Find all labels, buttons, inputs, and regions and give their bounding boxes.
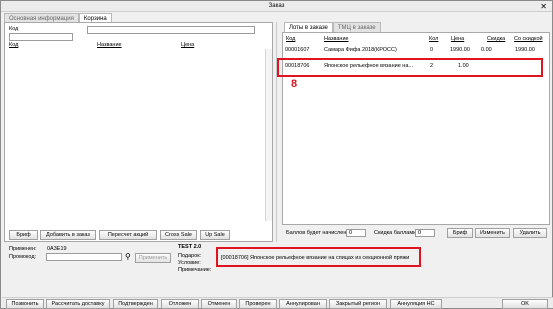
code-search-input[interactable]	[9, 33, 73, 41]
test-title: TEST 2.0	[178, 244, 202, 250]
promo-label: Промокод:	[9, 254, 37, 260]
right-brief-button[interactable]: Бриф	[447, 228, 473, 238]
order-window: Заказ ✕ Основная информация Корзина Код …	[0, 0, 553, 309]
search-icon[interactable]: ⚲	[125, 252, 131, 261]
call-button[interactable]: Позвонить	[6, 299, 44, 309]
gift-label: Подарок:	[178, 253, 202, 259]
row-price: 1990.00	[450, 47, 470, 53]
cancelled-button[interactable]: Отменен	[201, 299, 237, 309]
tab-goods-in-order[interactable]: ТМЦ в заказе	[332, 22, 381, 32]
annulment-ns-button[interactable]: Аннуляция НС	[390, 299, 442, 309]
search-label: Код	[9, 26, 19, 32]
annotation-number: 8	[291, 78, 298, 90]
row-discount: 0.00	[481, 47, 492, 53]
cross-sale-button[interactable]: Cross Sale	[160, 230, 197, 240]
name-search-input[interactable]	[87, 26, 255, 34]
bonus-points-label: Баллов будет начислено	[286, 230, 350, 236]
points-discount-field[interactable]: 0	[415, 229, 435, 237]
note-label: Примечание:	[178, 267, 212, 273]
bonus-points-field[interactable]: 0	[346, 229, 366, 237]
delete-button[interactable]: Удалить	[513, 228, 547, 238]
lots-column-code[interactable]: Код	[286, 36, 295, 42]
annulled-button[interactable]: Аннулирован	[279, 299, 327, 309]
column-price[interactable]: Цена	[181, 42, 194, 48]
checked-button[interactable]: Проверен	[239, 299, 277, 309]
column-name[interactable]: Название	[97, 42, 122, 48]
gift-text: [00018706] Японское рельефное вязание на…	[221, 255, 410, 261]
lots-column-qty[interactable]: Кол	[429, 36, 438, 42]
postponed-button[interactable]: Отложен	[161, 299, 199, 309]
applied-label: Применен:	[9, 246, 37, 252]
cart-panel: Код Код Название Цена Бриф Добавить в за…	[4, 22, 273, 242]
add-to-order-button[interactable]: Добавить в заказ	[40, 230, 96, 240]
close-icon[interactable]: ✕	[540, 2, 547, 11]
action-bar: Позвонить Рассчитать доставку Подтвержде…	[2, 297, 553, 309]
column-code[interactable]: Код	[9, 42, 18, 48]
promo-code-input[interactable]	[46, 253, 122, 261]
left-brief-button[interactable]: Бриф	[9, 230, 38, 240]
right-tabs: Лоты в заказе ТМЦ в заказе	[284, 22, 381, 32]
row-code: 00001607	[285, 47, 310, 53]
calc-delivery-button[interactable]: Рассчитать доставку	[46, 299, 110, 309]
apply-button[interactable]: Применить	[135, 253, 171, 263]
highlight-selected-lot	[277, 58, 543, 77]
splitter[interactable]	[276, 22, 277, 242]
confirmed-button[interactable]: Подтвержден	[113, 299, 158, 309]
change-button[interactable]: Изменить	[475, 228, 510, 238]
tab-lots-in-order[interactable]: Лоты в заказе	[284, 22, 333, 32]
up-sale-button[interactable]: Up Sale	[200, 230, 230, 240]
title-bar: Заказ ✕	[1, 1, 552, 12]
closed-region-button[interactable]: Закрытый регион	[329, 299, 387, 309]
lots-column-name[interactable]: Название	[324, 36, 349, 42]
lots-column-price[interactable]: Цена	[451, 36, 464, 42]
points-discount-label: Скидка баллами	[374, 230, 417, 236]
left-scrollbar[interactable]	[265, 49, 272, 221]
row-qty: 0	[430, 47, 434, 53]
condition-label: Условие:	[178, 260, 201, 266]
row-name: Самара Фифа 2018(КРОСС)	[324, 47, 397, 53]
table-row[interactable]: 00001607 Самара Фифа 2018(КРОСС) 0 1990.…	[283, 46, 549, 55]
row-with-discount: 1990.00	[515, 47, 535, 53]
lots-column-with-discount[interactable]: Со скидкой	[514, 36, 543, 42]
window-title: Заказ	[268, 3, 285, 9]
applied-value: 0A3E19	[47, 246, 67, 252]
ok-button[interactable]: OK	[502, 299, 548, 309]
recalc-promotions-button[interactable]: Пересчет акций	[99, 230, 157, 240]
lots-column-discount[interactable]: Скидка	[487, 36, 505, 42]
